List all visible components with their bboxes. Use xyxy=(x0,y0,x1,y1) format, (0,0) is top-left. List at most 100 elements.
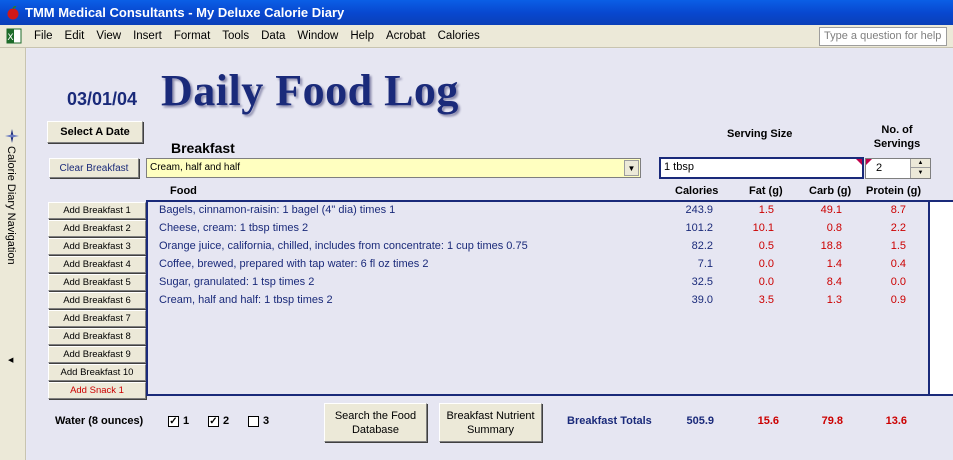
protein-cell: 0.4 xyxy=(890,258,906,270)
menu-data[interactable]: Data xyxy=(255,30,291,42)
meal-heading: Breakfast xyxy=(171,140,235,156)
menu-bar: X File Edit View Insert Format Tools Dat… xyxy=(0,25,953,48)
clear-breakfast-button[interactable]: Clear Breakfast xyxy=(49,158,139,178)
compass-icon xyxy=(5,129,19,143)
search-food-database-button[interactable]: Search the Food Database xyxy=(324,403,427,442)
checkbox-empty-icon[interactable] xyxy=(248,415,259,427)
col-header-fat: Fat (g) xyxy=(749,185,783,197)
carb-cell: 1.4 xyxy=(826,258,842,270)
totals-label: Breakfast Totals xyxy=(567,415,652,427)
window-title: TMM Medical Consultants - My Deluxe Calo… xyxy=(25,5,345,20)
total-carb: 79.8 xyxy=(821,415,843,427)
serving-size-input[interactable]: 1 tbsp xyxy=(659,157,864,179)
fat-cell: 0.0 xyxy=(758,276,774,288)
add-snack-1-button[interactable]: Add Snack 1 xyxy=(48,382,146,399)
nutrient-summary-button[interactable]: Breakfast Nutrient Summary xyxy=(439,403,542,442)
total-fat: 15.6 xyxy=(757,415,779,427)
col-header-protein: Protein (g) xyxy=(866,185,921,197)
food-cell: Bagels, cinnamon-raisin: 1 bagel (4" dia… xyxy=(159,204,396,216)
food-select-value: Cream, half and half xyxy=(150,162,241,173)
stepper-up-icon[interactable]: ▲ xyxy=(911,159,930,168)
stepper-down-icon[interactable]: ▼ xyxy=(911,168,930,177)
help-search-input[interactable]: Type a question for help xyxy=(819,27,947,46)
page-title: Daily Food Log xyxy=(161,66,459,115)
comment-marker-icon xyxy=(866,159,872,165)
table-row[interactable]: Orange juice, california, chilled, inclu… xyxy=(148,238,928,256)
nav-arrow-icon[interactable]: ◀ xyxy=(8,356,13,364)
table-row[interactable]: Bagels, cinnamon-raisin: 1 bagel (4" dia… xyxy=(148,202,928,220)
carb-cell: 49.1 xyxy=(820,204,842,216)
comment-marker-icon xyxy=(856,159,862,165)
water-check-label: 1 xyxy=(183,415,190,427)
food-cell: Cream, half and half: 1 tbsp times 2 xyxy=(159,294,333,306)
select-date-button[interactable]: Select A Date xyxy=(47,121,143,143)
servings-value: 2 xyxy=(876,162,883,174)
col-header-carb: Carb (g) xyxy=(809,185,852,197)
svg-text:X: X xyxy=(7,33,13,43)
calories-cell: 32.5 xyxy=(691,276,713,288)
add-breakfast-2-button[interactable]: Add Breakfast 2 xyxy=(48,220,146,237)
food-cell: Cheese, cream: 1 tbsp times 2 xyxy=(159,222,309,234)
carb-cell: 0.8 xyxy=(826,222,842,234)
menu-format[interactable]: Format xyxy=(168,30,216,42)
water-check-3[interactable]: 3 xyxy=(248,415,269,427)
calories-cell: 82.2 xyxy=(691,240,713,252)
food-cell: Orange juice, california, chilled, inclu… xyxy=(159,240,528,252)
fat-cell: 10.1 xyxy=(752,222,774,234)
water-check-label: 2 xyxy=(223,415,230,427)
table-row[interactable]: Coffee, brewed, prepared with tap water:… xyxy=(148,256,928,274)
add-breakfast-3-button[interactable]: Add Breakfast 3 xyxy=(48,238,146,255)
water-check-1[interactable]: ✓ 1 xyxy=(168,415,189,427)
food-select[interactable]: Cream, half and half ▼ xyxy=(146,158,641,178)
servings-stepper[interactable]: 2 ▲ ▼ xyxy=(865,158,931,179)
serving-size-value: 1 tbsp xyxy=(664,161,694,173)
add-breakfast-9-button[interactable]: Add Breakfast 9 xyxy=(48,346,146,363)
add-breakfast-4-button[interactable]: Add Breakfast 4 xyxy=(48,256,146,273)
table-row[interactable]: Cream, half and half: 1 tbsp times 2 39.… xyxy=(148,292,928,310)
protein-cell: 1.5 xyxy=(890,240,906,252)
add-breakfast-1-button[interactable]: Add Breakfast 1 xyxy=(48,202,146,219)
menu-help[interactable]: Help xyxy=(344,30,380,42)
nav-label[interactable]: Calorie Diary Navigation xyxy=(5,146,17,356)
menu-insert[interactable]: Insert xyxy=(127,30,168,42)
add-breakfast-5-button[interactable]: Add Breakfast 5 xyxy=(48,274,146,291)
col-header-food: Food xyxy=(170,185,197,197)
excel-icon[interactable]: X xyxy=(6,28,22,44)
col-header-calories: Calories xyxy=(675,185,719,197)
menu-edit[interactable]: Edit xyxy=(59,30,91,42)
food-cell: Coffee, brewed, prepared with tap water:… xyxy=(159,258,429,270)
total-calories: 505.9 xyxy=(686,415,714,427)
log-date: 03/01/04 xyxy=(67,89,138,109)
menu-acrobat[interactable]: Acrobat xyxy=(380,30,432,42)
menu-tools[interactable]: Tools xyxy=(216,30,255,42)
add-breakfast-8-button[interactable]: Add Breakfast 8 xyxy=(48,328,146,345)
fat-cell: 0.0 xyxy=(758,258,774,270)
menu-calories[interactable]: Calories xyxy=(432,30,486,42)
add-breakfast-6-button[interactable]: Add Breakfast 6 xyxy=(48,292,146,309)
servings-label: No. of Servings xyxy=(873,124,921,150)
fat-cell: 1.5 xyxy=(758,204,774,216)
protein-cell: 0.0 xyxy=(890,276,906,288)
menu-view[interactable]: View xyxy=(90,30,127,42)
stepper-spin: ▲ ▼ xyxy=(910,159,930,178)
add-breakfast-10-button[interactable]: Add Breakfast 10 xyxy=(48,364,146,381)
fat-cell: 3.5 xyxy=(758,294,774,306)
add-breakfast-7-button[interactable]: Add Breakfast 7 xyxy=(48,310,146,327)
food-list[interactable]: Bagels, cinnamon-raisin: 1 bagel (4" dia… xyxy=(146,200,930,396)
calories-cell: 101.2 xyxy=(685,222,713,234)
chevron-down-icon[interactable]: ▼ xyxy=(624,160,639,176)
table-row[interactable]: Cheese, cream: 1 tbsp times 2 101.2 10.1… xyxy=(148,220,928,238)
calories-cell: 39.0 xyxy=(691,294,713,306)
nav-strip[interactable]: Calorie Diary Navigation ◀ xyxy=(0,48,26,460)
menu-window[interactable]: Window xyxy=(291,30,344,42)
protein-cell: 8.7 xyxy=(890,204,906,216)
menu-file[interactable]: File xyxy=(28,30,59,42)
water-check-2[interactable]: ✓ 2 xyxy=(208,415,229,427)
checkbox-checked-icon[interactable]: ✓ xyxy=(208,415,219,427)
food-cell: Sugar, granulated: 1 tsp times 2 xyxy=(159,276,315,288)
calories-cell: 243.9 xyxy=(685,204,713,216)
table-row[interactable]: Sugar, granulated: 1 tsp times 2 32.5 0.… xyxy=(148,274,928,292)
food-log-form: 03/01/04 Daily Food Log Select A Date Br… xyxy=(27,49,953,460)
title-bar: TMM Medical Consultants - My Deluxe Calo… xyxy=(0,0,953,25)
checkbox-checked-icon[interactable]: ✓ xyxy=(168,415,179,427)
